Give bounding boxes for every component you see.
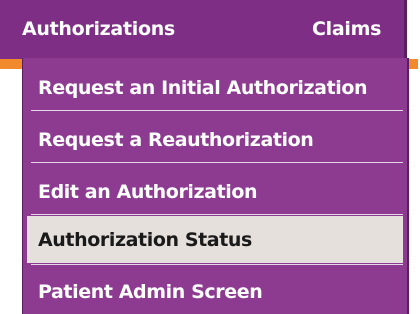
menu-divider [31,162,403,163]
menu-item-request-initial-authorization[interactable]: Request an Initial Authorization [27,64,403,111]
top-navbar: Authorizations Claims [0,0,404,62]
menu-item-patient-admin-screen[interactable]: Patient Admin Screen [27,268,403,314]
nav-item-authorizations[interactable]: Authorizations [22,18,175,40]
navbar-edge [404,0,407,62]
nav-item-claims[interactable]: Claims [312,18,381,40]
menu-divider [31,214,403,215]
menu-divider [31,264,403,265]
authorizations-dropdown-menu: Request an Initial Authorization Request… [22,58,407,314]
menu-divider [31,110,403,111]
app-stage: Authorizations Claims Request an Initial… [0,0,420,314]
menu-item-request-reauthorization[interactable]: Request a Reauthorization [27,116,403,163]
menu-item-edit-authorization[interactable]: Edit an Authorization [27,168,403,215]
menu-item-authorization-status[interactable]: Authorization Status [27,216,403,263]
